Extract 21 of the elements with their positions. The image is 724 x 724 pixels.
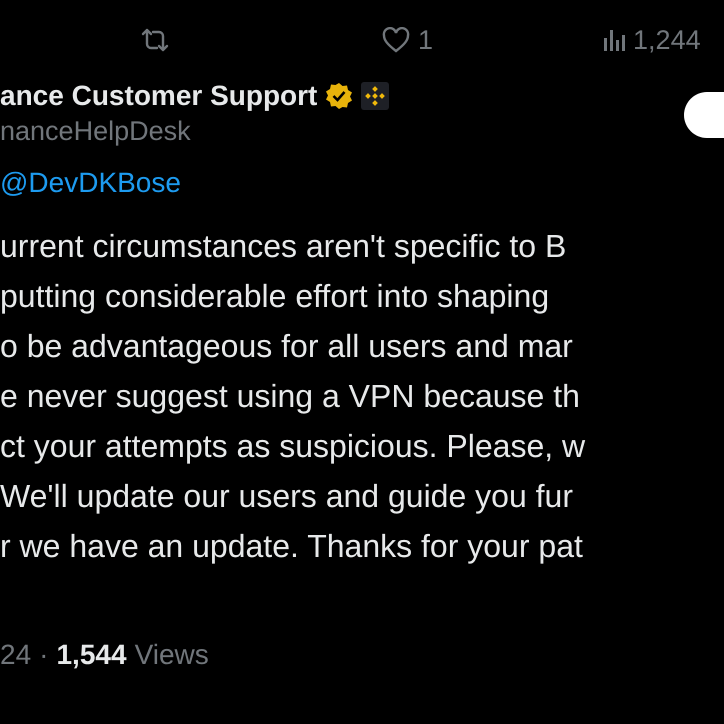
reply-text-line: e never suggest using a VPN because th bbox=[0, 377, 581, 416]
reply-text-line: ct your attempts as suspicious. Please, w bbox=[0, 427, 586, 466]
heart-icon[interactable] bbox=[382, 27, 410, 53]
author-handle[interactable]: nanceHelpDesk bbox=[0, 116, 390, 147]
reply-text-line: We'll update our users and guide you fur bbox=[0, 477, 574, 516]
post-time: 24 bbox=[0, 639, 32, 671]
like-count: 1 bbox=[418, 24, 434, 56]
views-count: 1,544 bbox=[56, 639, 127, 671]
reply-text-line: r we have an update. Thanks for your pat bbox=[0, 527, 584, 566]
separator-dot: · bbox=[39, 639, 48, 671]
diamond-logo-icon bbox=[361, 82, 390, 110]
reply-text-line: putting considerable effort into shaping bbox=[0, 277, 550, 316]
reply-text-line: o be advantageous for all users and mar bbox=[0, 327, 574, 366]
bar-chart-icon[interactable] bbox=[603, 28, 626, 52]
author-name[interactable]: ance Customer Support bbox=[0, 80, 318, 112]
follow-button[interactable] bbox=[684, 92, 724, 138]
repost-icon[interactable] bbox=[140, 27, 170, 53]
reply-text-line: urrent circumstances aren't specific to B bbox=[0, 227, 568, 266]
mention-link[interactable]: @DevDKBose bbox=[0, 167, 724, 199]
view-count: 1,244 bbox=[633, 24, 701, 56]
views-label: Views bbox=[134, 639, 209, 671]
